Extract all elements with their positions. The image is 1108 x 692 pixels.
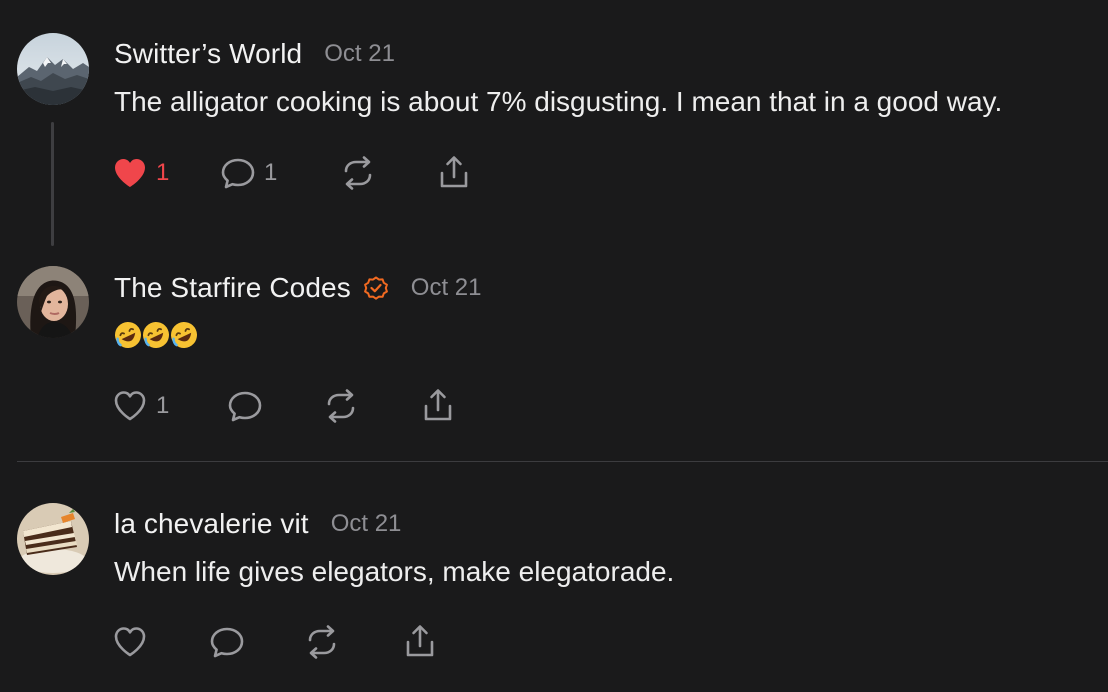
comment-icon (228, 391, 262, 422)
author-name[interactable]: The Starfire Codes (114, 272, 351, 304)
comment-feed: Switter’s World Oct 21 The alligator coo… (0, 0, 1108, 692)
thread-line (51, 122, 54, 246)
post-date[interactable]: Oct 21 (411, 274, 482, 302)
restack-icon (308, 625, 336, 659)
like-count: 1 (156, 392, 170, 419)
post-actions: 1 (110, 386, 510, 426)
heart-icon (114, 391, 146, 421)
comment-button[interactable]: 1 (218, 153, 277, 193)
restack-button[interactable] (321, 386, 361, 426)
post-text: When life gives elegators, make elegator… (114, 556, 675, 587)
share-icon (424, 389, 452, 421)
post-header: Switter’s World Oct 21 (114, 36, 395, 72)
share-button[interactable] (400, 622, 440, 662)
comment-icon (221, 158, 255, 189)
comment-icon (210, 627, 244, 658)
avatar[interactable] (17, 503, 89, 575)
restack-button[interactable] (338, 153, 378, 193)
post-header: la chevalerie vit Oct 21 (114, 506, 401, 542)
post-actions: 1 1 (110, 153, 510, 193)
avatar[interactable] (17, 266, 89, 338)
like-button[interactable]: 1 (110, 153, 169, 193)
avatar[interactable] (17, 33, 89, 105)
author-name[interactable]: la chevalerie vit (114, 508, 309, 540)
share-button[interactable] (434, 153, 474, 193)
like-button[interactable] (110, 622, 150, 662)
post-text: The alligator cooking is about 7% disgus… (114, 86, 1003, 117)
author-name[interactable]: Switter’s World (114, 38, 302, 70)
rolling-laughing-emoji-icon (115, 322, 141, 348)
share-button[interactable] (418, 386, 458, 426)
heart-icon (115, 159, 145, 187)
divider (17, 461, 1108, 462)
post-emoji (113, 320, 197, 350)
post-date[interactable]: Oct 21 (324, 40, 395, 68)
share-icon (440, 156, 468, 188)
share-icon (406, 625, 434, 657)
mountain-avatar-image (17, 33, 89, 105)
comment-button[interactable] (225, 386, 265, 426)
restack-icon (327, 389, 355, 423)
post-date[interactable]: Oct 21 (331, 510, 402, 538)
post-actions (110, 622, 510, 662)
rolling-laughing-emoji-icon (171, 322, 197, 348)
restack-icon (344, 156, 372, 190)
restack-button[interactable] (302, 622, 342, 662)
rolling-laughing-emoji-icon (143, 322, 169, 348)
post-header: The Starfire Codes Oct 21 (114, 270, 482, 306)
heart-icon (114, 627, 146, 657)
like-count: 1 (156, 159, 170, 186)
cake-avatar-image (17, 503, 89, 575)
comment-button[interactable] (207, 622, 247, 662)
verified-badge-icon (363, 276, 388, 300)
portrait-avatar-image (17, 266, 89, 338)
like-button[interactable]: 1 (110, 386, 169, 426)
comment-count: 1 (264, 159, 278, 186)
